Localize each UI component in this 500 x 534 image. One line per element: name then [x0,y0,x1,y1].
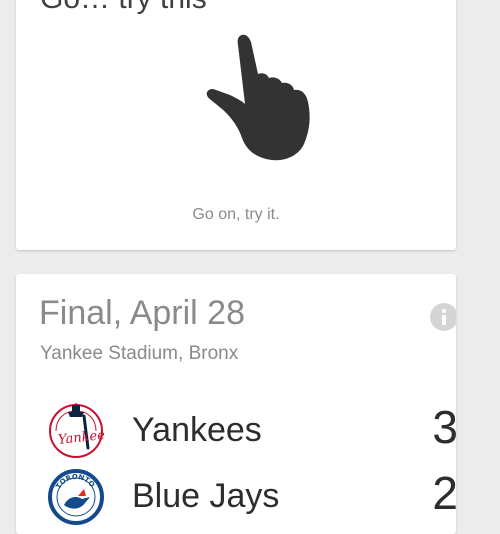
info-icon-dot [442,309,446,313]
team-row[interactable]: TORONTO Blue Jays 2 [16,466,456,530]
team-score: 2 [432,467,456,519]
team-score: 3 [432,401,456,453]
team-name: Yankees [132,411,262,449]
game-venue: Yankee Stadium, Bronx [40,343,239,364]
gesture-hint-text: Go on, try it. [192,206,280,223]
game-score-card[interactable]: Final, April 28 Yankee Stadium, Bronx Ya… [16,274,456,534]
info-icon[interactable] [430,303,456,331]
blue-jays-logo: TORONTO [48,469,104,525]
team-row[interactable]: Yankees Yankees 3 [16,400,456,464]
game-status-date: Final, April 28 [39,294,245,332]
info-icon-stem [442,315,446,325]
gesture-card-title: Go… try this [40,0,207,16]
team-name: Blue Jays [132,477,280,515]
gesture-hint-card: Go… try this Go on, try it. [16,0,456,250]
yankees-logo: Yankees [49,403,104,458]
swipe-up-hand-icon [206,34,310,161]
